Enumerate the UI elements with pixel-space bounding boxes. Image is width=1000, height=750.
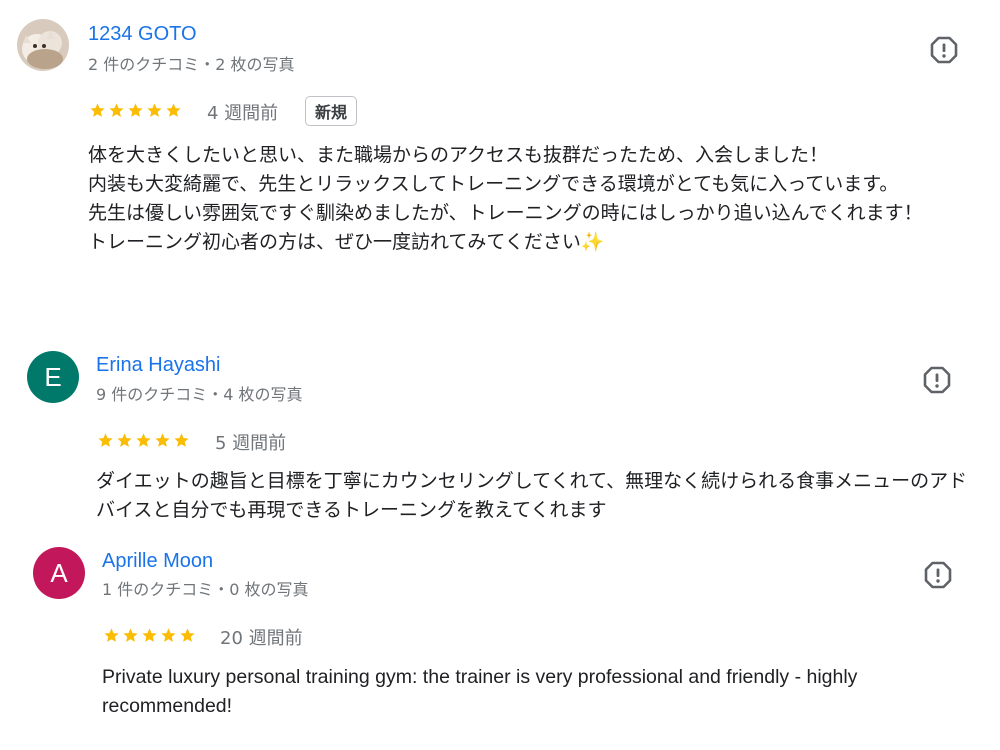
- review-card: E Erina Hayashi 9 件のクチコミ・4 枚の写真 5 週間前 ダイ…: [0, 330, 1000, 530]
- cat-photo-avatar-icon: [17, 19, 69, 71]
- avatar[interactable]: A: [33, 547, 85, 599]
- star-icon: [128, 102, 143, 117]
- reviewer-name[interactable]: Aprille Moon: [102, 550, 213, 573]
- star-icon: [109, 102, 124, 117]
- reviewer-stats: 2 件のクチコミ・2 枚の写真: [88, 55, 295, 74]
- star-icon: [166, 102, 181, 117]
- star-icon: [180, 627, 195, 642]
- star-icon: [161, 627, 176, 642]
- avatar-letter: A: [50, 557, 68, 588]
- star-icon: [104, 627, 119, 642]
- review-time: 4 週間前: [207, 103, 279, 124]
- review-text: ダイエットの趣旨と目標を丁寧にカウンセリングしてくれて、無理なく続けられる食事メ…: [96, 470, 968, 521]
- star-rating: [89, 100, 182, 120]
- star-icon: [142, 627, 157, 642]
- review-text: Private luxury personal training gym: th…: [102, 666, 858, 717]
- new-badge: 新規: [305, 96, 358, 126]
- reviewer-name[interactable]: 1234 GOTO: [88, 23, 197, 46]
- star-icon: [98, 432, 113, 447]
- report-flag-icon[interactable]: [929, 35, 959, 65]
- review-card: A Aprille Moon 1 件のクチコミ・0 枚の写真 20 週間前 Pr…: [0, 530, 1000, 750]
- avatar[interactable]: [17, 19, 69, 71]
- review-card: 1234 GOTO 2 件のクチコミ・2 枚の写真 4 週間前 新規 体を大きく…: [0, 0, 1000, 330]
- review-time: 5 週間前: [215, 433, 287, 454]
- review-text: 体を大きくしたいと思い、また職場からのアクセスも抜群だったため、入会しました！ …: [88, 144, 923, 253]
- star-rating: [97, 430, 190, 450]
- star-icon: [147, 102, 162, 117]
- star-icon: [155, 432, 170, 447]
- reviewer-stats: 9 件のクチコミ・4 枚の写真: [96, 385, 303, 404]
- star-icon: [90, 102, 105, 117]
- star-rating: [103, 625, 196, 645]
- avatar-letter: E: [44, 361, 62, 392]
- reviewer-name[interactable]: Erina Hayashi: [96, 354, 221, 377]
- star-icon: [123, 627, 138, 642]
- star-icon: [136, 432, 151, 447]
- report-flag-icon[interactable]: [922, 365, 952, 395]
- avatar[interactable]: E: [27, 351, 79, 403]
- star-icon: [117, 432, 132, 447]
- star-icon: [174, 432, 189, 447]
- reviewer-stats: 1 件のクチコミ・0 枚の写真: [102, 580, 309, 599]
- review-time: 20 週間前: [220, 628, 303, 649]
- report-flag-icon[interactable]: [923, 560, 953, 590]
